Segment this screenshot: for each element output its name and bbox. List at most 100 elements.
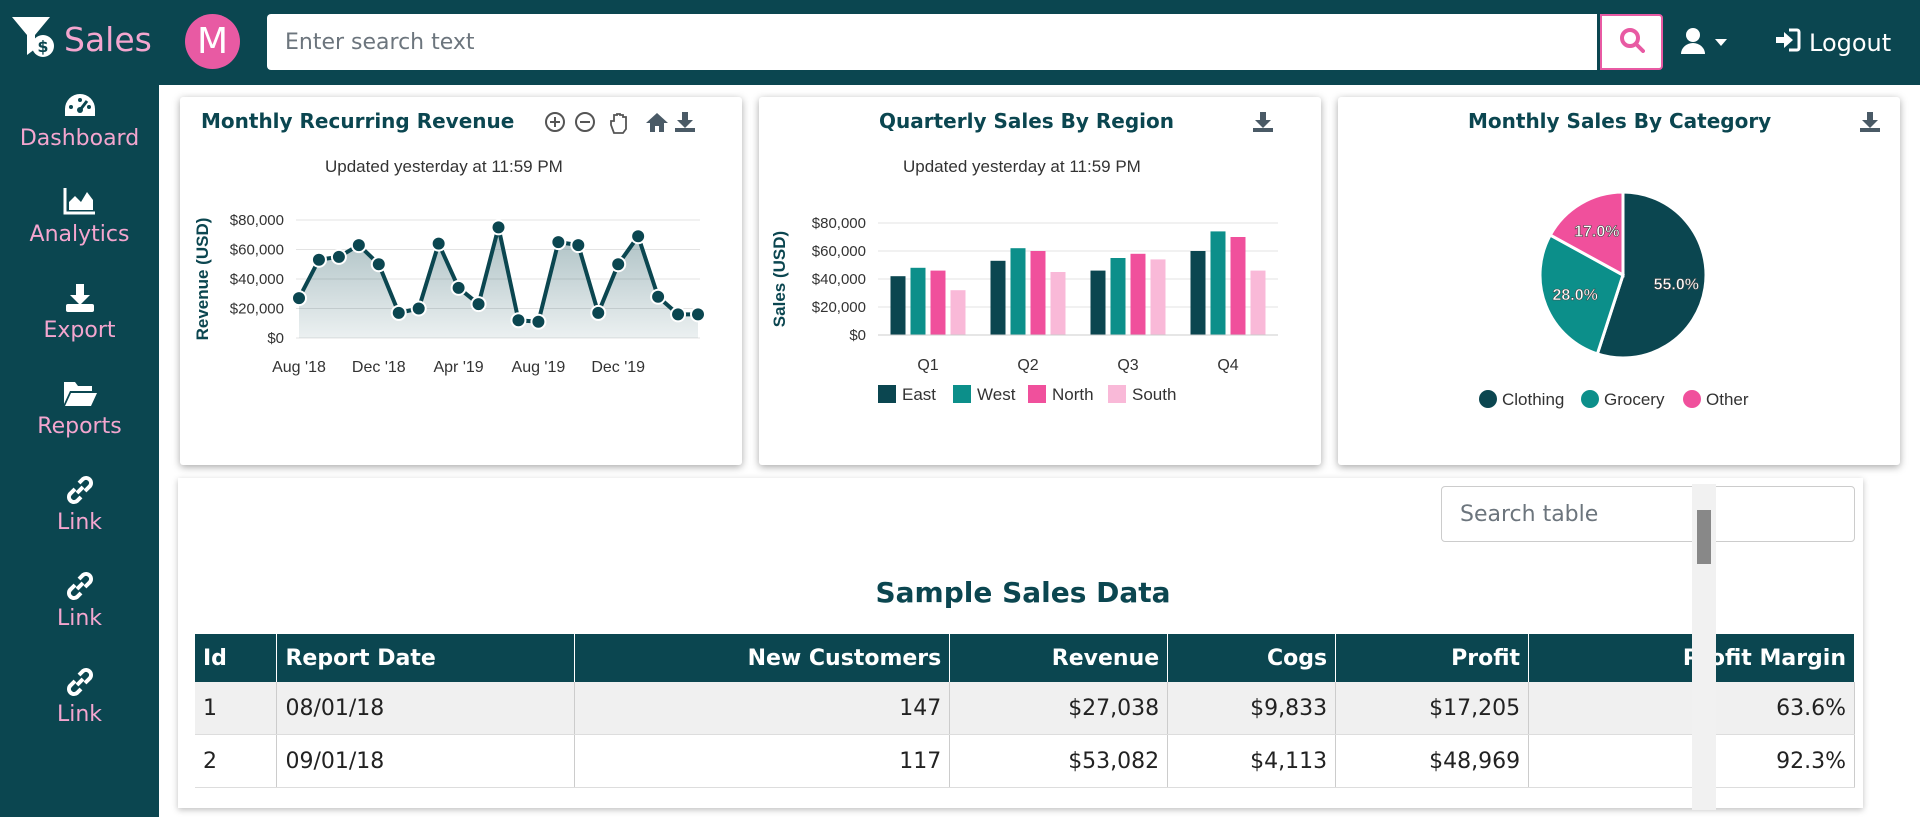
- bar-south: [1150, 259, 1166, 335]
- home-icon[interactable]: [645, 111, 669, 135]
- user-menu-button[interactable]: [1680, 26, 1740, 60]
- column-header-revenue[interactable]: Revenue: [949, 634, 1169, 682]
- link-icon: [0, 474, 159, 510]
- download-icon[interactable]: [1252, 111, 1276, 135]
- table-header-row: Id Report Date New Customers Revenue Cog…: [195, 634, 1855, 682]
- sidebar-item-reports[interactable]: Reports: [0, 378, 159, 440]
- legend-label: West: [977, 385, 1016, 404]
- brand-name: Sales: [64, 19, 152, 59]
- cell-revenue: $27,038: [949, 682, 1169, 735]
- funnel-dollar-icon: $: [10, 15, 56, 64]
- y-axis-label: Revenue (USD): [193, 218, 212, 341]
- column-header-new-customers[interactable]: New Customers: [574, 634, 951, 682]
- card-title: Monthly Sales By Category: [1468, 109, 1772, 133]
- sidebar-item-link-1[interactable]: Link: [0, 474, 159, 536]
- table-row[interactable]: 1 08/01/18 147 $27,038 $9,833 $17,205 63…: [195, 682, 1855, 735]
- search-icon: [1619, 27, 1645, 58]
- column-header-cogs[interactable]: Cogs: [1167, 634, 1337, 682]
- column-header-id[interactable]: Id: [195, 634, 278, 682]
- y-tick-label: $20,000: [812, 299, 866, 316]
- legend-label: South: [1132, 385, 1176, 404]
- download-icon[interactable]: [674, 111, 698, 135]
- svg-text:$: $: [37, 37, 48, 56]
- logout-button[interactable]: Logout: [1775, 26, 1891, 60]
- sales-table-card: Sample Sales Data Id Report Date New Cus…: [178, 478, 1863, 808]
- brand[interactable]: $ Sales: [10, 14, 152, 64]
- y-tick-label: $20,000: [230, 301, 284, 318]
- legend-swatch: [1479, 390, 1497, 408]
- data-point: [291, 290, 307, 307]
- cell-cogs: $9,833: [1167, 682, 1337, 735]
- y-tick-label: $60,000: [230, 242, 284, 259]
- data-point: [470, 296, 487, 313]
- download-icon[interactable]: [1859, 111, 1883, 135]
- bar-south: [1050, 272, 1066, 335]
- sidebar: $ Sales Dashboard Analytics Export Repor…: [0, 0, 159, 817]
- bar-west: [910, 267, 926, 335]
- x-tick-label: Apr '19: [433, 359, 483, 376]
- avatar[interactable]: M: [185, 14, 240, 69]
- pan-hand-icon[interactable]: [608, 111, 632, 135]
- cell-new-customers: 117: [574, 734, 951, 788]
- table-scrollbar[interactable]: [1692, 484, 1716, 810]
- x-tick-label: Dec '19: [591, 359, 645, 376]
- category-card: Monthly Sales By Category 55.0% 28.0% 17.0…: [1338, 97, 1900, 465]
- table-row[interactable]: 2 09/01/18 117 $53,082 $4,113 $48,969 92…: [195, 734, 1855, 788]
- column-header-report-date[interactable]: Report Date: [276, 634, 576, 682]
- legend-swatch: [953, 385, 971, 403]
- search-button[interactable]: [1600, 14, 1663, 70]
- legend-label: East: [902, 385, 936, 404]
- bar-east: [1090, 270, 1106, 335]
- card-title: Monthly Recurring Revenue: [201, 109, 515, 133]
- pie-slice-label: 17.0%: [1574, 224, 1619, 241]
- bar-south: [1250, 270, 1266, 335]
- pie-slice-label: 28.0%: [1552, 287, 1597, 304]
- zoom-out-icon[interactable]: [574, 111, 598, 135]
- gauge-icon: [0, 90, 159, 126]
- legend-label: Clothing: [1502, 390, 1564, 409]
- bar-south: [950, 290, 966, 335]
- y-axis-label: Sales (USD): [770, 231, 789, 327]
- sidebar-item-label: Link: [56, 606, 103, 631]
- quarterly-card: Quarterly Sales By Region Updated yester…: [759, 97, 1321, 465]
- zoom-in-icon[interactable]: [544, 111, 568, 135]
- sidebar-item-analytics[interactable]: Analytics: [0, 186, 159, 248]
- sidebar-item-dashboard[interactable]: Dashboard: [0, 90, 159, 152]
- table-search-input[interactable]: [1441, 486, 1855, 542]
- bar-west: [1010, 248, 1026, 335]
- cell-report-date: 08/01/18: [276, 682, 576, 735]
- sidebar-item-link-2[interactable]: Link: [0, 570, 159, 632]
- data-point: [350, 237, 367, 254]
- download-icon: [0, 282, 159, 318]
- data-point: [690, 306, 706, 323]
- data-point: [450, 279, 467, 296]
- data-point: [310, 251, 327, 268]
- sidebar-item-label: Analytics: [29, 222, 130, 247]
- card-subtitle: Updated yesterday at 11:59 PM: [903, 157, 1141, 176]
- mrr-card: Monthly Recurring Revenue Updated yester…: [180, 97, 742, 465]
- legend-swatch: [1581, 390, 1599, 408]
- link-icon: [0, 666, 159, 702]
- sidebar-item-label: Dashboard: [19, 126, 140, 151]
- user-icon: [1680, 27, 1706, 60]
- y-tick-label: $80,000: [230, 212, 284, 229]
- bar-east: [890, 276, 906, 335]
- cell-id: 1: [195, 682, 278, 735]
- scrollbar-thumb[interactable]: [1697, 510, 1711, 564]
- column-header-profit[interactable]: Profit: [1335, 634, 1530, 682]
- y-tick-label: $80,000: [812, 215, 866, 232]
- card-subtitle: Updated yesterday at 11:59 PM: [325, 157, 563, 176]
- data-point: [330, 248, 347, 265]
- search-input[interactable]: [267, 14, 1597, 70]
- pie-slice-label: 55.0%: [1654, 276, 1699, 293]
- bar-west: [1110, 258, 1126, 335]
- legend-swatch: [1028, 385, 1046, 403]
- bar-north: [930, 270, 946, 335]
- data-point: [390, 304, 407, 321]
- bar-north: [1130, 253, 1146, 335]
- sidebar-item-link-3[interactable]: Link: [0, 666, 159, 728]
- category-pie-chart: 55.0% 28.0% 17.0% Clothing Grocery Other: [1479, 190, 1749, 409]
- data-point: [590, 304, 607, 321]
- cell-cogs: $4,113: [1167, 734, 1337, 788]
- sidebar-item-export[interactable]: Export: [0, 282, 159, 344]
